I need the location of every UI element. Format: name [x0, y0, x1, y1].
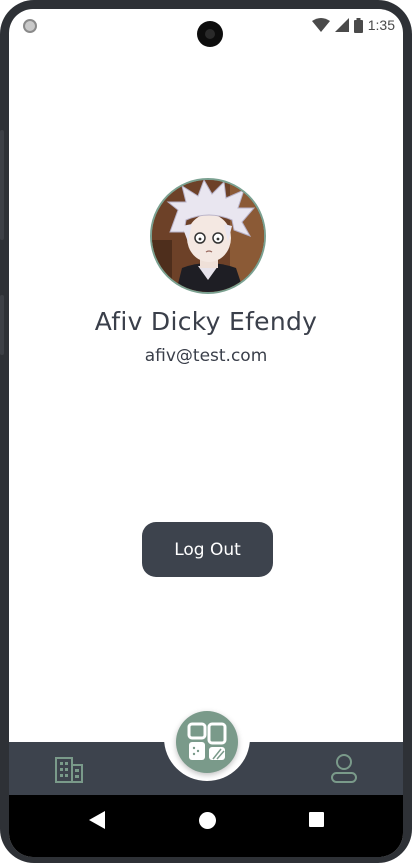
user-name: Afiv Dicky Efendy [94, 307, 318, 336]
notification-dot-icon [23, 19, 37, 33]
building-icon[interactable] [54, 755, 84, 783]
cell-signal-icon [334, 18, 349, 32]
volume-button [0, 130, 4, 240]
dashboard-fab-button[interactable] [176, 711, 238, 773]
device-frame: 1:35 Afiv Dicky Efendy afiv@test.com Log… [0, 0, 412, 863]
anime-character-avatar-icon [152, 180, 264, 292]
home-circle-icon[interactable] [199, 812, 216, 829]
status-time: 1:35 [367, 17, 395, 33]
status-bar: 1:35 [9, 9, 403, 47]
avatar [150, 178, 266, 294]
user-email: afiv@test.com [144, 346, 268, 366]
logout-button[interactable]: Log Out [142, 522, 273, 577]
power-button [0, 295, 4, 355]
front-camera [197, 21, 223, 47]
profile-icon[interactable] [330, 753, 358, 783]
battery-icon [353, 17, 363, 33]
dashboard-grid-icon [187, 722, 227, 760]
recents-square-icon[interactable] [309, 812, 324, 827]
back-triangle-icon[interactable] [89, 811, 105, 829]
wifi-icon [311, 18, 330, 32]
app-screen: 1:35 Afiv Dicky Efendy afiv@test.com Log… [9, 9, 403, 857]
status-indicators: 1:35 [311, 17, 395, 33]
